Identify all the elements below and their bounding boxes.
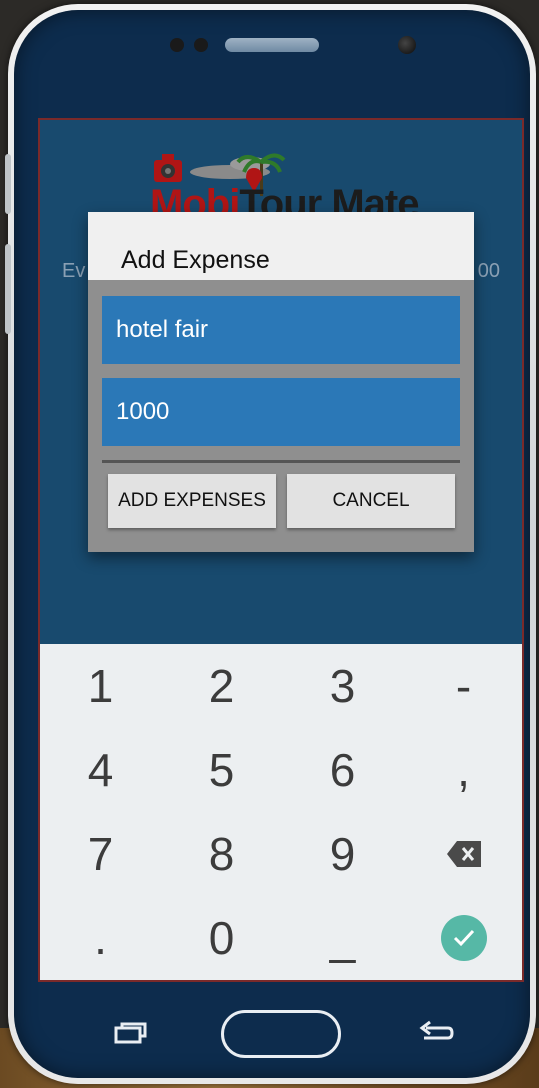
key-5[interactable]: 5 [161, 728, 282, 812]
backspace-key[interactable] [403, 812, 522, 896]
expense-amount-value: 1000 [116, 398, 170, 425]
back-icon[interactable] [418, 1020, 454, 1044]
key-4[interactable]: 4 [40, 728, 161, 812]
expense-amount-field[interactable]: 1000 [102, 378, 460, 446]
key-underscore[interactable]: _ [282, 896, 403, 980]
volume-button [5, 154, 11, 214]
add-expense-dialog: Add Expense hotel fair 1000 ADD EXPENSES… [88, 212, 474, 552]
key-0[interactable]: 0 [161, 896, 282, 980]
background-label: Ev [62, 260, 86, 282]
dialog-divider [102, 460, 460, 463]
volume-button [5, 244, 11, 334]
key-minus[interactable]: - [403, 644, 522, 728]
backspace-icon [446, 841, 481, 867]
confirm-key[interactable] [403, 896, 522, 980]
dialog-header: Add Expense [88, 212, 474, 280]
key-3[interactable]: 3 [282, 644, 403, 728]
key-period[interactable]: . [40, 896, 161, 980]
expense-description-field[interactable]: hotel fair [102, 296, 460, 364]
speaker-grille [225, 38, 319, 52]
dialog-title: Add Expense [121, 246, 270, 274]
sensor-icon [194, 38, 208, 52]
key-7[interactable]: 7 [40, 812, 161, 896]
key-1[interactable]: 1 [40, 644, 161, 728]
recent-apps-icon[interactable] [114, 1022, 148, 1044]
key-9[interactable]: 9 [282, 812, 403, 896]
cancel-button[interactable]: CANCEL [287, 474, 455, 528]
front-camera-icon [398, 36, 416, 54]
numeric-keyboard: 1 2 3 - 4 5 6 , 7 8 9 . 0 _ [40, 644, 522, 980]
home-button[interactable] [221, 1010, 341, 1058]
key-2[interactable]: 2 [161, 644, 282, 728]
app-logo: MobiTour Mate [150, 148, 420, 226]
background-value: 00 [477, 260, 500, 282]
expense-description-value: hotel fair [116, 316, 209, 343]
sensor-icon [170, 38, 184, 52]
key-6[interactable]: 6 [282, 728, 403, 812]
check-icon [440, 915, 487, 961]
add-expenses-button[interactable]: ADD EXPENSES [108, 474, 276, 528]
key-comma[interactable]: , [403, 728, 522, 812]
key-8[interactable]: 8 [161, 812, 282, 896]
